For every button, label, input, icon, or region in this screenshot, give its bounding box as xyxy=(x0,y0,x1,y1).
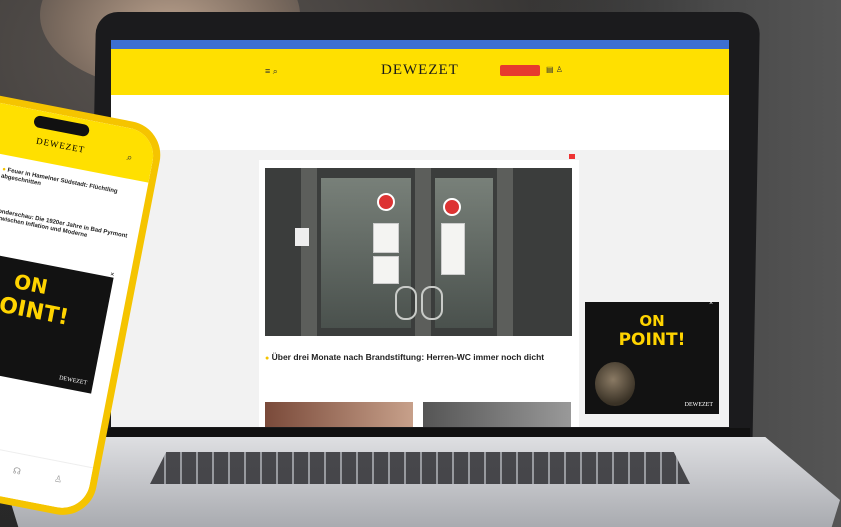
ad-headline-line2: POINT! xyxy=(618,330,686,350)
close-icon[interactable]: × xyxy=(109,271,114,279)
laptop-hinge xyxy=(100,428,750,438)
ad-headline-line1: ON xyxy=(639,312,665,330)
list-item-title[interactable]: Sonderschau: Die 1920er Jahre in Bad Pyr… xyxy=(0,208,132,248)
article-title-text[interactable]: Über drei Monate nach Brandstiftung: Her… xyxy=(272,352,545,362)
audio-icon[interactable]: ☊ xyxy=(12,465,22,477)
site-logo[interactable]: DEWEZET xyxy=(381,62,459,79)
ad-bear-image xyxy=(595,362,635,406)
account-icons[interactable]: ▤ ♙ xyxy=(546,65,563,74)
phone-ad[interactable]: ON POINT! DEWEZET xyxy=(0,247,114,394)
ad-brand-logo: DEWEZET xyxy=(58,375,88,387)
laptop-keyboard xyxy=(150,452,690,484)
teaser-item[interactable] xyxy=(263,107,368,109)
lead-article[interactable]: ● Über drei Monate nach Brandstiftung: H… xyxy=(259,160,579,427)
site-header: ≡ ⌕ DEWEZET ▤ ♙ xyxy=(111,49,729,95)
door-notice xyxy=(441,223,465,275)
article-photo[interactable] xyxy=(265,168,572,336)
list-item[interactable]: Sonderschau: Die 1920er Jahre in Bad Pyr… xyxy=(0,208,132,248)
phone-notch xyxy=(32,114,91,138)
subscribe-button[interactable] xyxy=(500,65,540,76)
article-thumbnail[interactable] xyxy=(423,402,571,427)
no-entry-sign xyxy=(377,193,395,211)
teaser-strip xyxy=(111,95,729,150)
bullet-icon: ● xyxy=(265,355,270,362)
top-info-bar[interactable] xyxy=(111,40,729,49)
bottom-nav: ⌂ ⊕ ☊ ♙ xyxy=(0,429,94,513)
ad-brand-logo: DEWEZET xyxy=(684,402,713,408)
laptop-screen: ≡ ⌕ DEWEZET ▤ ♙ ● Über drei Monate nach … xyxy=(111,40,729,427)
door-notice xyxy=(373,223,399,253)
door-handle xyxy=(421,286,443,320)
no-entry-sign xyxy=(443,198,461,216)
sidebar-ad[interactable]: ON POINT! DEWEZET xyxy=(585,302,719,414)
article-title[interactable]: ● Über drei Monate nach Brandstiftung: H… xyxy=(265,352,565,364)
search-icon[interactable]: ⌕ xyxy=(126,152,134,164)
door-frame xyxy=(497,168,513,336)
phone-logo[interactable]: DEWEZET xyxy=(35,136,85,155)
door-handle xyxy=(395,286,417,320)
article-thumbnail[interactable] xyxy=(265,402,413,427)
menu-search-icons[interactable]: ≡ ⌕ xyxy=(265,66,278,77)
door-notice xyxy=(373,256,399,284)
door-frame xyxy=(301,168,317,336)
restroom-sign xyxy=(295,228,309,246)
teaser-item[interactable] xyxy=(371,107,476,109)
profile-icon[interactable]: ♙ xyxy=(53,473,63,485)
close-icon[interactable]: × xyxy=(709,300,713,307)
ad-marker xyxy=(569,154,575,159)
teaser-item[interactable] xyxy=(479,107,584,109)
